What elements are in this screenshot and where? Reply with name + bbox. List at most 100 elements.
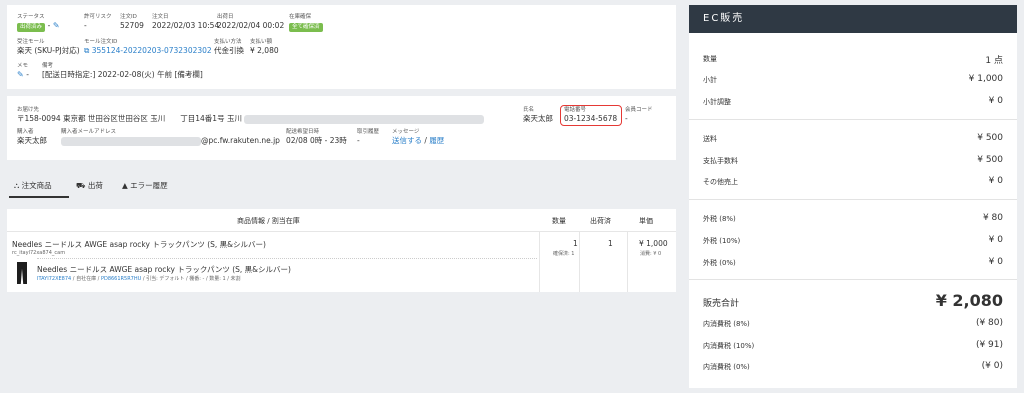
tab-products[interactable]: ⛬ 注文商品	[14, 180, 52, 191]
delivery-time-value: 02/08 0時 - 23時	[286, 136, 347, 145]
active-tab-underline	[9, 196, 69, 198]
warning-icon: ▲	[122, 181, 128, 190]
message-send-link[interactable]: 送信する	[392, 136, 422, 145]
sub-sep-1: / 自社在庫 /	[72, 276, 100, 282]
address-label: お届け先	[17, 107, 40, 113]
ec-tax10-row: 外税 (10%) ¥ 0	[703, 235, 1003, 245]
phone-highlight: 電話番号 03-1234-5678	[560, 105, 623, 126]
ec-subtotal-adj-row: 小計調整 ¥ 0	[703, 96, 1003, 106]
tab-errors[interactable]: ▲ エラー履歴	[122, 180, 168, 191]
col-price-header: 単価	[639, 217, 653, 225]
buyer-label: 購入者	[17, 129, 34, 135]
message-links: 送信する / 履歴	[392, 136, 444, 146]
pay-method-value: 代金引換	[214, 46, 244, 55]
products-icon: ⛬	[14, 181, 20, 190]
buyer-email-label: 購入者メールアドレス	[61, 129, 117, 135]
ec-fee-value: ¥ 500	[977, 155, 1003, 165]
status-dash: -	[47, 21, 51, 30]
ec-qty-row: 数量 1 点	[703, 55, 1003, 66]
ec-other-row: その他売上 ¥ 0	[703, 176, 1003, 186]
permit-risk-label: 許可リスク	[84, 14, 112, 20]
table-header: 商品情報 / 割当在庫 数量 出荷済 単価	[7, 209, 676, 232]
sub-meta-text: / 引当: デフォルト / 棚番: - / 数量: 1 / 未割	[142, 276, 241, 282]
ec-tax8-value: ¥ 80	[982, 213, 1003, 223]
product-thumbnail	[15, 262, 29, 285]
message-history-link[interactable]: 履歴	[429, 136, 444, 145]
address-value: 〒158-0094 東京都 世田谷区世田谷区 玉川 丁目14番1号 玉川	[17, 114, 485, 124]
receive-mall-label: 受注モール	[17, 39, 45, 45]
ec-tax10-value: ¥ 0	[988, 235, 1003, 245]
phone-value: 03-1234-5678	[564, 114, 618, 123]
edit-memo-icon[interactable]: ✎	[17, 70, 24, 79]
mall-order-id-label: モール注文ID	[84, 39, 118, 45]
item-code: rc_itayl72xa874_cam	[12, 250, 66, 256]
ec-in8-value: (¥ 80)	[975, 318, 1003, 328]
ec-in10-value: (¥ 91)	[975, 340, 1003, 350]
history-value: -	[357, 136, 360, 145]
ec-qty-value: 1 点	[985, 56, 1003, 66]
customer-panel: お届け先 〒158-0094 東京都 世田谷区世田谷区 玉川 丁目14番1号 玉…	[7, 96, 676, 160]
memo-value: -	[26, 70, 29, 79]
phone-label: 電話番号	[564, 107, 587, 113]
order-date-value: 2022/02/03 10:54	[152, 21, 220, 30]
sub-item-meta: ITAYI72XE874 / 自社在庫 / PD8661R5R7HU / 引当:…	[37, 275, 241, 282]
external-link-icon: ⧉	[84, 46, 90, 55]
col-product-header: 商品情報 / 割当在庫	[237, 217, 300, 225]
ec-shipping-value: ¥ 500	[977, 133, 1003, 143]
name-value: 楽天太郎	[523, 114, 553, 123]
item-price: ¥ 1,000	[639, 239, 668, 248]
ec-shipping-row: 送料 ¥ 500	[703, 133, 1003, 143]
order-info-panel: ステータス 出荷済み - ✎ 許可リスク - 注文ID 52709 注文日 20…	[7, 5, 676, 89]
sub-item-name: Needles ニードルス AWGE asap rocky トラックパンツ (S…	[37, 265, 291, 274]
mall-order-id-link[interactable]: ⧉ 355124-20220203-0732302302	[84, 46, 212, 56]
truck-icon: ⛟	[76, 181, 86, 190]
permit-risk-value: -	[84, 21, 87, 30]
ec-in0-row: 内消費税 (0%) (¥ 0)	[703, 361, 1003, 371]
buyer-value: 楽天太郎	[17, 136, 47, 145]
redacted-email	[61, 136, 201, 146]
item-shipped: 1	[608, 239, 613, 248]
dotted-divider	[37, 258, 537, 259]
redacted-address	[244, 114, 485, 124]
ec-tax0-value: ¥ 0	[988, 257, 1003, 267]
tab-shipping-label: 出荷	[87, 181, 103, 190]
product-table: 商品情報 / 割当在庫 数量 出荷済 単価 Needles ニードルス AWGE…	[7, 209, 676, 292]
tab-products-label: 注文商品	[21, 181, 52, 190]
item-qty-sub: 確保済: 1	[553, 251, 575, 257]
status-field: ステータス 出荷済み - ✎	[17, 14, 60, 32]
memo-label: メモ	[17, 63, 29, 69]
remarks-value: [配送日時指定:] 2022-02-08(火) 午前 [備考欄]	[42, 70, 203, 79]
ec-tax8-row: 外税 (8%) ¥ 80	[703, 213, 1003, 223]
sub-code-link-2[interactable]: PD8661R5R7HU	[101, 276, 141, 282]
sub-code-link-1[interactable]: ITAYI72XE874	[37, 276, 71, 282]
tab-errors-label: エラー履歴	[130, 181, 168, 190]
ec-in0-value: (¥ 0)	[981, 361, 1003, 371]
delivery-time-label: 配送希望日時	[286, 129, 320, 135]
history-label: 取引履歴	[357, 129, 380, 135]
ec-fee-row: 支払手数料 ¥ 500	[703, 155, 1003, 165]
message-separator: /	[424, 136, 427, 145]
col-qty-header: 数量	[552, 217, 566, 225]
order-id-value: 52709	[120, 21, 144, 30]
name-label: 氏名	[523, 107, 535, 113]
stock-label: 在庫確保	[289, 14, 312, 20]
pay-amount-value: ¥ 2,080	[250, 46, 279, 55]
ec-subtotal-row: 小計 ¥ 1,000	[703, 74, 1003, 84]
remarks-label: 備考	[42, 63, 54, 69]
item-qty: 1	[573, 239, 578, 248]
ec-in8-row: 内消費税 (8%) (¥ 80)	[703, 318, 1003, 328]
ec-tax0-row: 外税 (0%) ¥ 0	[703, 257, 1003, 267]
tab-shipping[interactable]: ⛟ 出荷	[76, 180, 103, 191]
ec-in10-row: 内消費税 (10%) (¥ 91)	[703, 340, 1003, 350]
ec-other-value: ¥ 0	[988, 176, 1003, 186]
edit-status-icon[interactable]: ✎	[53, 21, 60, 30]
ship-date-label: 出荷日	[217, 14, 234, 20]
ship-date-value: 2022/02/04 00:02	[217, 21, 285, 30]
item-name: Needles ニードルス AWGE asap rocky トラックパンツ (S…	[12, 240, 266, 249]
ec-total-row: 販売合計 ¥ 2,080	[703, 291, 1003, 310]
ec-sales-panel: EC販売 数量 1 点 小計 ¥ 1,000 小計調整 ¥ 0 送料 ¥ 500 支払手…	[689, 5, 1017, 388]
ec-subtotal-value: ¥ 1,000	[968, 74, 1003, 84]
ec-sales-title: EC販売	[689, 5, 1017, 33]
pay-method-label: 支払い方法	[214, 39, 242, 45]
order-date-label: 注文日	[152, 14, 169, 20]
